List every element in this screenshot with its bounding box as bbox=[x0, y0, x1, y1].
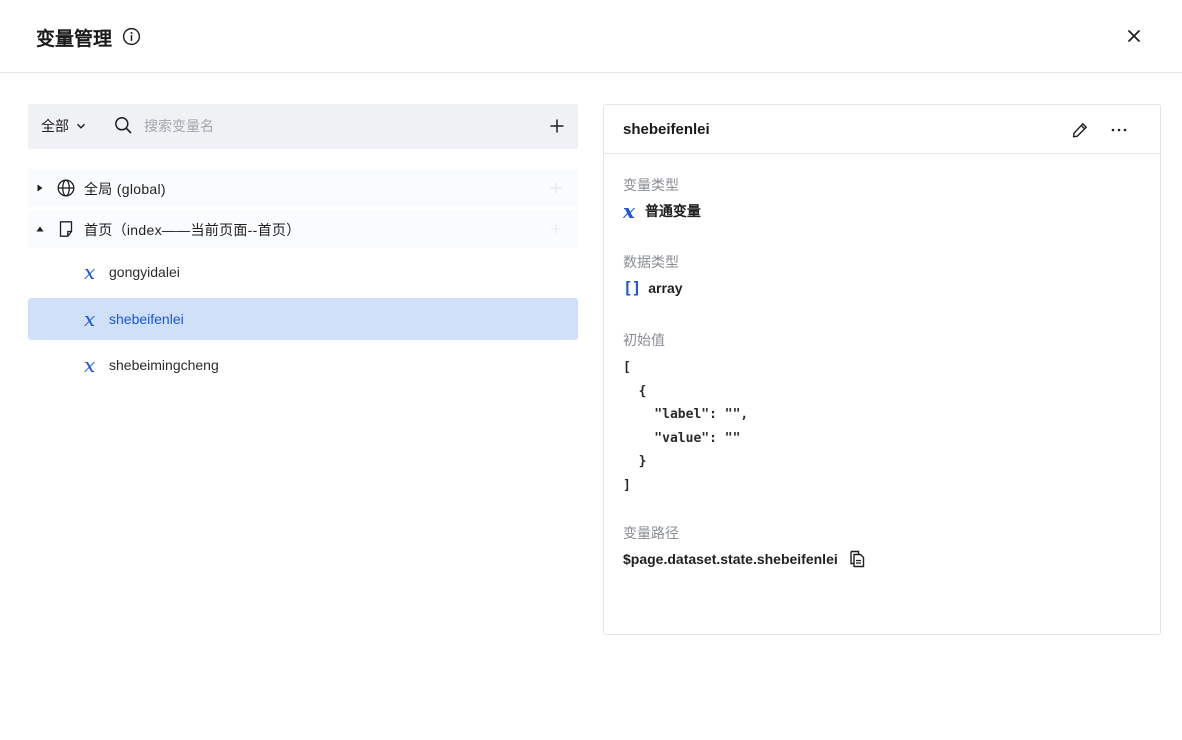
variable-item[interactable]: x gongyidalei bbox=[28, 251, 578, 293]
variable-type-value: 普通变量 bbox=[644, 203, 701, 219]
data-type-label: 数据类型 bbox=[623, 254, 679, 270]
plus-icon[interactable] bbox=[550, 223, 562, 235]
variable-toolbar: 全部 bbox=[28, 104, 578, 149]
variable-detail-panel: shebeifenlei 变量类型 x 普通变量 数据类型 [] array 初… bbox=[603, 104, 1161, 635]
detail-header: shebeifenlei bbox=[604, 105, 1160, 154]
initial-value-label: 初始值 bbox=[623, 332, 665, 348]
tree-group-label: 首页（index——当前页面--首页） bbox=[84, 222, 301, 238]
globe-icon bbox=[57, 179, 75, 197]
chevron-down-icon bbox=[76, 123, 86, 129]
variable-item-label: shebeifenlei bbox=[109, 311, 184, 327]
search-input[interactable] bbox=[144, 114, 524, 138]
detail-title: shebeifenlei bbox=[623, 121, 710, 138]
variable-item-selected[interactable]: x shebeifenlei bbox=[28, 298, 578, 340]
variable-item-label: gongyidalei bbox=[109, 264, 180, 280]
copy-icon[interactable] bbox=[848, 550, 866, 568]
dialog-title: 变量管理 bbox=[36, 29, 113, 50]
variable-item-label: shebeimingcheng bbox=[109, 357, 219, 373]
info-circle-icon[interactable] bbox=[122, 27, 141, 46]
more-icon[interactable] bbox=[1110, 121, 1128, 139]
variable-type-row: x 普通变量 bbox=[623, 201, 701, 221]
x-variable-icon: x bbox=[84, 353, 96, 377]
variable-type-label: 变量类型 bbox=[623, 177, 679, 193]
page-icon bbox=[59, 221, 73, 237]
scope-select-value: 全部 bbox=[41, 118, 69, 134]
plus-icon[interactable] bbox=[549, 118, 565, 134]
tree-group-page[interactable]: 首页（index——当前页面--首页） bbox=[28, 210, 578, 248]
variable-path-row: $page.dataset.state.shebeifenlei bbox=[623, 550, 866, 568]
scope-select[interactable]: 全部 bbox=[41, 116, 86, 136]
x-variable-icon: x bbox=[623, 199, 635, 223]
caret-right-icon[interactable] bbox=[36, 184, 44, 192]
x-variable-icon: x bbox=[84, 307, 96, 331]
search-icon bbox=[115, 117, 132, 134]
initial-value-code: [ { "label": "", "value": "" } ] bbox=[623, 360, 749, 493]
x-variable-icon: x bbox=[84, 260, 96, 284]
pencil-icon[interactable] bbox=[1071, 121, 1089, 139]
plus-icon[interactable] bbox=[550, 182, 562, 194]
close-icon[interactable] bbox=[1124, 26, 1144, 46]
array-brackets-icon: [] bbox=[623, 278, 641, 297]
variable-path-label: 变量路径 bbox=[623, 525, 679, 541]
caret-up-icon[interactable] bbox=[36, 225, 44, 233]
data-type-row: [] array bbox=[623, 278, 683, 297]
dialog-header: 变量管理 bbox=[0, 0, 1182, 73]
data-type-value: array bbox=[648, 279, 683, 296]
tree-group-global[interactable]: 全局 (global) bbox=[28, 169, 578, 207]
variable-path-value: $page.dataset.state.shebeifenlei bbox=[623, 551, 838, 567]
variable-item[interactable]: x shebeimingcheng bbox=[28, 344, 578, 386]
tree-group-label: 全局 (global) bbox=[84, 181, 166, 197]
